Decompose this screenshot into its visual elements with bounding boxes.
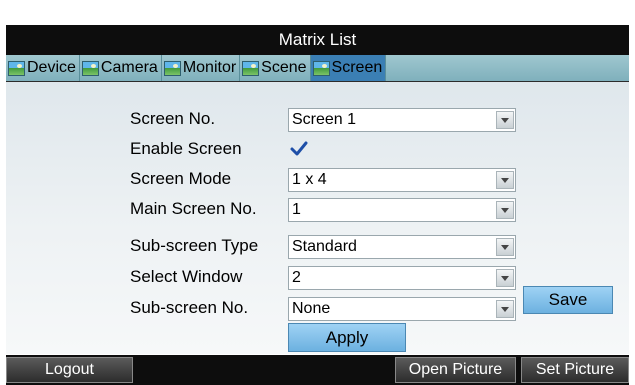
- dropdown-arrow-icon[interactable]: [496, 171, 514, 189]
- set-picture-button[interactable]: Set Picture: [521, 357, 629, 383]
- sub-screen-no-value: None: [292, 300, 331, 317]
- sub-screen-no-label: Sub-screen No.: [130, 298, 249, 317]
- logout-button[interactable]: Logout: [6, 357, 133, 383]
- tab-label: Scene: [261, 59, 307, 76]
- select-window-value: 2: [292, 269, 301, 286]
- footer-bar: Logout Open Picture Set Picture: [6, 355, 629, 385]
- enable-screen-checkbox[interactable]: [289, 139, 309, 159]
- picture-icon: [312, 60, 330, 76]
- main-screen-no-value: 1: [292, 201, 301, 218]
- screen-mode-label: Screen Mode: [130, 169, 232, 188]
- sub-screen-type-label: Sub-screen Type: [130, 236, 259, 255]
- tab-label: Monitor: [182, 59, 237, 76]
- picture-icon: [163, 60, 181, 76]
- tab-label: Camera: [100, 59, 158, 76]
- picture-icon: [8, 60, 25, 76]
- title-bar: Matrix List: [6, 25, 629, 55]
- screen-mode-select[interactable]: 1 x 4: [288, 168, 516, 192]
- apply-button[interactable]: Apply: [288, 323, 406, 352]
- screen-no-select[interactable]: Screen 1: [288, 108, 516, 132]
- dropdown-arrow-icon[interactable]: [496, 201, 514, 219]
- window-title: Matrix List: [278, 30, 357, 49]
- sub-screen-type-row: Sub-screen Type Standard: [6, 232, 629, 262]
- matrix-list-window: Matrix List Device Camera Monitor Scene …: [0, 0, 635, 385]
- enable-screen-row: Enable Screen: [6, 135, 629, 165]
- tab-label: Screen: [331, 59, 383, 76]
- sub-screen-no-select[interactable]: None: [288, 297, 516, 321]
- tab-label: Device: [27, 59, 76, 76]
- select-window-select[interactable]: 2: [288, 266, 516, 290]
- tab-device[interactable]: Device: [6, 55, 80, 81]
- enable-screen-label: Enable Screen: [130, 139, 242, 158]
- tab-monitor[interactable]: Monitor: [162, 55, 241, 81]
- tab-camera[interactable]: Camera: [80, 55, 162, 81]
- picture-icon: [81, 60, 99, 76]
- checkmark-icon: [290, 141, 308, 156]
- sub-screen-type-value: Standard: [292, 238, 357, 255]
- dropdown-arrow-icon[interactable]: [496, 300, 514, 318]
- select-window-label: Select Window: [130, 267, 243, 286]
- screen-mode-row: Screen Mode 1 x 4: [6, 165, 629, 195]
- screen-mode-value: 1 x 4: [292, 171, 327, 188]
- tab-screen[interactable]: Screen: [310, 55, 387, 81]
- screen-no-row: Screen No. Screen 1: [6, 105, 629, 135]
- dropdown-arrow-icon[interactable]: [496, 111, 514, 129]
- screen-settings-panel: Screen No. Screen 1 Enable Screen Screen…: [6, 82, 629, 354]
- screen-no-value: Screen 1: [292, 111, 357, 128]
- tab-bar: Device Camera Monitor Scene Screen: [6, 55, 629, 82]
- save-button[interactable]: Save: [523, 286, 613, 314]
- main-screen-no-row: Main Screen No. 1: [6, 195, 629, 225]
- main-screen-no-label: Main Screen No.: [130, 199, 257, 218]
- open-picture-button[interactable]: Open Picture: [395, 357, 516, 383]
- main-screen-no-select[interactable]: 1: [288, 198, 516, 222]
- tab-scene[interactable]: Scene: [240, 55, 311, 81]
- dropdown-arrow-icon[interactable]: [496, 269, 514, 287]
- sub-screen-type-select[interactable]: Standard: [288, 235, 516, 259]
- picture-icon: [242, 60, 260, 76]
- screen-no-label: Screen No.: [130, 109, 216, 128]
- dropdown-arrow-icon[interactable]: [496, 238, 514, 256]
